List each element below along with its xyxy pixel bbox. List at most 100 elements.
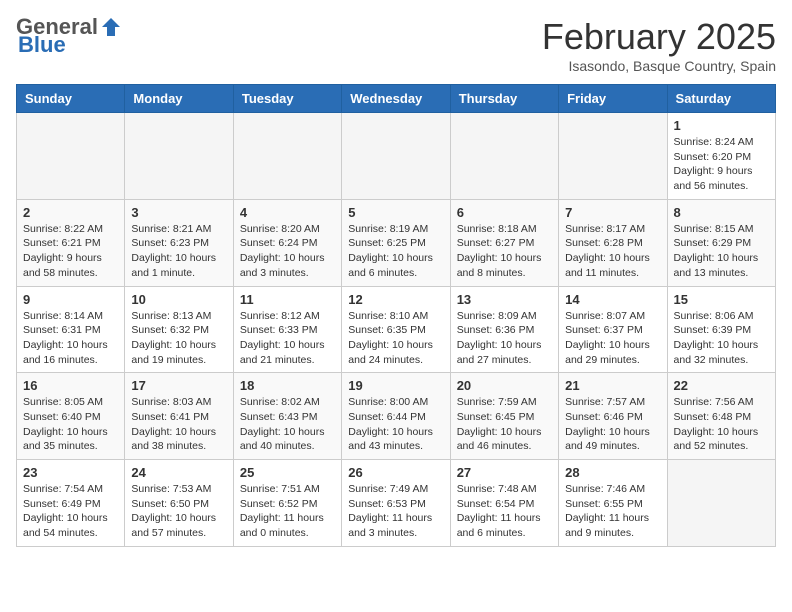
logo-blue: Blue	[18, 34, 66, 56]
calendar-header-row: SundayMondayTuesdayWednesdayThursdayFrid…	[17, 85, 776, 113]
calendar-cell: 18 Sunrise: 8:02 AM Sunset: 6:43 PM Dayli…	[233, 373, 341, 460]
day-info: Sunrise: 8:12 AM Sunset: 6:33 PM Dayligh…	[240, 309, 335, 368]
calendar-cell: 24 Sunrise: 7:53 AM Sunset: 6:50 PM Dayli…	[125, 460, 233, 547]
weekday-header: Monday	[125, 85, 233, 113]
day-number: 6	[457, 205, 552, 220]
weekday-header: Sunday	[17, 85, 125, 113]
calendar-cell	[559, 113, 667, 200]
day-number: 7	[565, 205, 660, 220]
calendar-cell: 16 Sunrise: 8:05 AM Sunset: 6:40 PM Dayli…	[17, 373, 125, 460]
day-info: Sunrise: 8:21 AM Sunset: 6:23 PM Dayligh…	[131, 222, 226, 281]
day-number: 26	[348, 465, 443, 480]
calendar-cell: 6 Sunrise: 8:18 AM Sunset: 6:27 PM Daylig…	[450, 199, 558, 286]
day-info: Sunrise: 7:46 AM Sunset: 6:55 PM Dayligh…	[565, 482, 660, 541]
calendar-cell	[17, 113, 125, 200]
day-number: 11	[240, 292, 335, 307]
day-number: 17	[131, 378, 226, 393]
calendar-cell: 20 Sunrise: 7:59 AM Sunset: 6:45 PM Dayli…	[450, 373, 558, 460]
day-number: 24	[131, 465, 226, 480]
day-number: 28	[565, 465, 660, 480]
calendar-cell: 19 Sunrise: 8:00 AM Sunset: 6:44 PM Dayli…	[342, 373, 450, 460]
day-info: Sunrise: 8:05 AM Sunset: 6:40 PM Dayligh…	[23, 395, 118, 454]
calendar-table: SundayMondayTuesdayWednesdayThursdayFrid…	[16, 84, 776, 547]
day-info: Sunrise: 8:20 AM Sunset: 6:24 PM Dayligh…	[240, 222, 335, 281]
day-info: Sunrise: 7:59 AM Sunset: 6:45 PM Dayligh…	[457, 395, 552, 454]
day-number: 12	[348, 292, 443, 307]
calendar-cell: 26 Sunrise: 7:49 AM Sunset: 6:53 PM Dayli…	[342, 460, 450, 547]
day-info: Sunrise: 8:18 AM Sunset: 6:27 PM Dayligh…	[457, 222, 552, 281]
calendar-cell: 7 Sunrise: 8:17 AM Sunset: 6:28 PM Daylig…	[559, 199, 667, 286]
title-block: February 2025 Isasondo, Basque Country, …	[542, 16, 776, 74]
day-number: 25	[240, 465, 335, 480]
calendar-cell: 17 Sunrise: 8:03 AM Sunset: 6:41 PM Dayli…	[125, 373, 233, 460]
weekday-header: Friday	[559, 85, 667, 113]
calendar-cell	[233, 113, 341, 200]
day-info: Sunrise: 8:06 AM Sunset: 6:39 PM Dayligh…	[674, 309, 769, 368]
page-header: General Blue February 2025 Isasondo, Bas…	[16, 16, 776, 74]
day-info: Sunrise: 7:53 AM Sunset: 6:50 PM Dayligh…	[131, 482, 226, 541]
calendar-cell: 15 Sunrise: 8:06 AM Sunset: 6:39 PM Dayli…	[667, 286, 775, 373]
day-info: Sunrise: 8:09 AM Sunset: 6:36 PM Dayligh…	[457, 309, 552, 368]
weekday-header: Tuesday	[233, 85, 341, 113]
day-info: Sunrise: 8:10 AM Sunset: 6:35 PM Dayligh…	[348, 309, 443, 368]
day-info: Sunrise: 7:54 AM Sunset: 6:49 PM Dayligh…	[23, 482, 118, 541]
day-number: 22	[674, 378, 769, 393]
calendar-cell: 22 Sunrise: 7:56 AM Sunset: 6:48 PM Dayli…	[667, 373, 775, 460]
calendar-cell: 1 Sunrise: 8:24 AM Sunset: 6:20 PM Daylig…	[667, 113, 775, 200]
calendar-cell: 3 Sunrise: 8:21 AM Sunset: 6:23 PM Daylig…	[125, 199, 233, 286]
day-number: 1	[674, 118, 769, 133]
day-number: 15	[674, 292, 769, 307]
day-info: Sunrise: 7:56 AM Sunset: 6:48 PM Dayligh…	[674, 395, 769, 454]
calendar-week-row: 16 Sunrise: 8:05 AM Sunset: 6:40 PM Dayli…	[17, 373, 776, 460]
calendar-cell: 12 Sunrise: 8:10 AM Sunset: 6:35 PM Dayli…	[342, 286, 450, 373]
weekday-header: Saturday	[667, 85, 775, 113]
day-number: 3	[131, 205, 226, 220]
calendar-cell: 10 Sunrise: 8:13 AM Sunset: 6:32 PM Dayli…	[125, 286, 233, 373]
day-number: 18	[240, 378, 335, 393]
day-number: 19	[348, 378, 443, 393]
calendar-cell: 27 Sunrise: 7:48 AM Sunset: 6:54 PM Dayli…	[450, 460, 558, 547]
calendar-week-row: 2Sunrise: 8:22 AM Sunset: 6:21 PM Daylig…	[17, 199, 776, 286]
weekday-header: Thursday	[450, 85, 558, 113]
calendar-cell	[125, 113, 233, 200]
day-number: 13	[457, 292, 552, 307]
logo-icon	[100, 16, 122, 38]
day-info: Sunrise: 8:03 AM Sunset: 6:41 PM Dayligh…	[131, 395, 226, 454]
day-info: Sunrise: 7:51 AM Sunset: 6:52 PM Dayligh…	[240, 482, 335, 541]
day-info: Sunrise: 8:17 AM Sunset: 6:28 PM Dayligh…	[565, 222, 660, 281]
day-number: 27	[457, 465, 552, 480]
day-info: Sunrise: 7:48 AM Sunset: 6:54 PM Dayligh…	[457, 482, 552, 541]
day-number: 10	[131, 292, 226, 307]
day-info: Sunrise: 8:14 AM Sunset: 6:31 PM Dayligh…	[23, 309, 118, 368]
day-info: Sunrise: 8:19 AM Sunset: 6:25 PM Dayligh…	[348, 222, 443, 281]
day-info: Sunrise: 8:00 AM Sunset: 6:44 PM Dayligh…	[348, 395, 443, 454]
day-info: Sunrise: 8:15 AM Sunset: 6:29 PM Dayligh…	[674, 222, 769, 281]
calendar-cell: 5 Sunrise: 8:19 AM Sunset: 6:25 PM Daylig…	[342, 199, 450, 286]
day-number: 20	[457, 378, 552, 393]
calendar-cell	[667, 460, 775, 547]
calendar-cell	[450, 113, 558, 200]
calendar-week-row: 9 Sunrise: 8:14 AM Sunset: 6:31 PM Daylig…	[17, 286, 776, 373]
day-info: Sunrise: 8:07 AM Sunset: 6:37 PM Dayligh…	[565, 309, 660, 368]
day-info: Sunrise: 8:24 AM Sunset: 6:20 PM Dayligh…	[674, 135, 769, 194]
month-title: February 2025	[542, 16, 776, 58]
day-number: 9	[23, 292, 118, 307]
calendar-cell: 28 Sunrise: 7:46 AM Sunset: 6:55 PM Dayli…	[559, 460, 667, 547]
calendar-week-row: 23Sunrise: 7:54 AM Sunset: 6:49 PM Dayli…	[17, 460, 776, 547]
calendar-cell: 4 Sunrise: 8:20 AM Sunset: 6:24 PM Daylig…	[233, 199, 341, 286]
calendar-cell: 21 Sunrise: 7:57 AM Sunset: 6:46 PM Dayli…	[559, 373, 667, 460]
calendar-cell: 9 Sunrise: 8:14 AM Sunset: 6:31 PM Daylig…	[17, 286, 125, 373]
day-number: 5	[348, 205, 443, 220]
day-info: Sunrise: 7:49 AM Sunset: 6:53 PM Dayligh…	[348, 482, 443, 541]
day-info: Sunrise: 8:13 AM Sunset: 6:32 PM Dayligh…	[131, 309, 226, 368]
location: Isasondo, Basque Country, Spain	[542, 58, 776, 74]
calendar-cell: 14 Sunrise: 8:07 AM Sunset: 6:37 PM Dayli…	[559, 286, 667, 373]
day-number: 16	[23, 378, 118, 393]
day-number: 14	[565, 292, 660, 307]
calendar-cell: 13 Sunrise: 8:09 AM Sunset: 6:36 PM Dayli…	[450, 286, 558, 373]
day-info: Sunrise: 8:02 AM Sunset: 6:43 PM Dayligh…	[240, 395, 335, 454]
day-number: 4	[240, 205, 335, 220]
day-info: Sunrise: 7:57 AM Sunset: 6:46 PM Dayligh…	[565, 395, 660, 454]
day-number: 21	[565, 378, 660, 393]
day-info: Sunrise: 8:22 AM Sunset: 6:21 PM Dayligh…	[23, 222, 118, 281]
